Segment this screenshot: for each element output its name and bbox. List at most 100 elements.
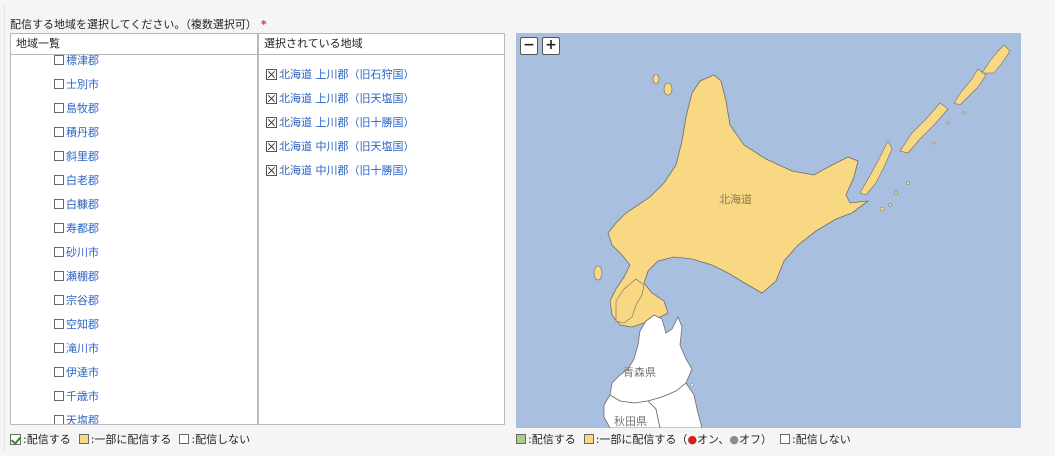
region-item[interactable]: 滝川市	[11, 336, 257, 360]
selected-label: 北海道 中川郡（旧天塩国）	[279, 140, 415, 153]
small-island	[962, 111, 966, 115]
region-label: 士別市	[66, 78, 99, 91]
checkbox-empty-icon[interactable]	[54, 367, 64, 377]
required-mark: *	[260, 18, 267, 31]
region-label: 砂川市	[66, 246, 99, 259]
zoom-out-button[interactable]: −	[520, 37, 538, 55]
partial-swatch-icon	[78, 434, 89, 444]
kuril-island-4[interactable]	[981, 44, 1011, 74]
checkbox-empty-icon[interactable]	[54, 247, 64, 257]
region-item[interactable]: 瀬棚郡	[11, 264, 257, 288]
checkbox-empty-icon[interactable]	[54, 343, 64, 353]
region-label: 寿都郡	[66, 222, 99, 235]
selected-label: 北海道 上川郡（旧十勝国）	[279, 116, 415, 129]
okushiri-island[interactable]	[593, 265, 603, 281]
legend-pin-on-label: オン、	[697, 433, 730, 446]
pin-on-icon: ●	[687, 432, 698, 446]
region-label: 標津郡	[66, 55, 99, 67]
region-item[interactable]: 天塩郡	[11, 408, 257, 424]
kuril-island-2[interactable]	[899, 102, 949, 154]
instruction-text: 配信する地域を選択してください。（複数選択可） *	[10, 16, 267, 32]
small-island	[690, 383, 694, 387]
region-item[interactable]: 伊達市	[11, 360, 257, 384]
map-canvas[interactable]	[516, 33, 1021, 428]
region-item[interactable]: 斜里郡	[11, 144, 257, 168]
region-item[interactable]: 砂川市	[11, 240, 257, 264]
region-map[interactable]: − + 北海道 青森県 秋田県	[516, 33, 1021, 428]
region-item[interactable]: 白糠郡	[11, 192, 257, 216]
checkbox-empty-icon[interactable]	[54, 415, 64, 424]
checkbox-empty-icon[interactable]	[54, 55, 64, 65]
region-item[interactable]: 積丹郡	[11, 120, 257, 144]
checkbox-empty-icon[interactable]	[54, 175, 64, 185]
checkbox-empty-icon[interactable]	[54, 391, 64, 401]
selected-list-panel: 選択されている地域 北海道 上川郡（旧石狩国） 北海道 上川郡（旧天塩国） 北海…	[258, 33, 505, 425]
small-island	[932, 141, 936, 145]
region-list-header: 地域一覧	[11, 34, 257, 55]
remove-checkbox-icon[interactable]	[266, 68, 277, 80]
selected-list-header: 選択されている地域	[259, 34, 504, 55]
region-item[interactable]: 島牧郡	[11, 96, 257, 120]
region-label: 千歳市	[66, 390, 99, 403]
region-list: 標津郡 士別市 島牧郡 積丹郡 斜里郡 白老郡 白糠郡 寿都郡 砂川市 瀬棚郡 …	[11, 55, 257, 424]
selected-item[interactable]: 北海道 上川郡（旧石狩国）	[266, 62, 415, 86]
selected-list: 北海道 上川郡（旧石狩国） 北海道 上川郡（旧天塩国） 北海道 上川郡（旧十勝国…	[266, 62, 415, 182]
region-label: 天塩郡	[66, 414, 99, 424]
selected-item[interactable]: 北海道 中川郡（旧天塩国）	[266, 134, 415, 158]
checkbox-empty-icon[interactable]	[54, 319, 64, 329]
map-label-aomori: 青森県	[623, 366, 656, 379]
legend-partial-label: :一部に配信する（	[595, 433, 688, 446]
region-item[interactable]: 士別市	[11, 72, 257, 96]
small-island	[888, 203, 892, 207]
region-label: 伊達市	[66, 366, 99, 379]
small-island	[946, 121, 950, 125]
region-list-scroll[interactable]: 標津郡 士別市 島牧郡 積丹郡 斜里郡 白老郡 白糠郡 寿都郡 砂川市 瀬棚郡 …	[11, 55, 257, 424]
partial-swatch-icon	[583, 434, 594, 444]
checkbox-empty-icon[interactable]	[54, 127, 64, 137]
region-item[interactable]: 千歳市	[11, 384, 257, 408]
remove-checkbox-icon[interactable]	[266, 92, 277, 104]
region-label: 斜里郡	[66, 150, 99, 163]
selected-label: 北海道 上川郡（旧天塩国）	[279, 92, 415, 105]
legend-full-label: :配信する	[528, 433, 576, 446]
kuril-island-3[interactable]	[953, 68, 987, 106]
kuril-island-1[interactable]	[859, 140, 893, 196]
checkbox-empty-icon[interactable]	[54, 271, 64, 281]
zoom-in-button[interactable]: +	[542, 37, 560, 55]
legend-partial-label: :一部に配信する	[90, 433, 172, 446]
checkbox-empty-icon[interactable]	[54, 295, 64, 305]
rebun-island[interactable]	[652, 73, 660, 85]
region-item[interactable]: 白老郡	[11, 168, 257, 192]
map-label-akita: 秋田県	[614, 415, 647, 428]
checkbox-empty-icon[interactable]	[54, 151, 64, 161]
full-swatch-icon	[516, 434, 526, 444]
small-island	[879, 206, 885, 212]
selected-item[interactable]: 北海道 中川郡（旧十勝国）	[266, 158, 415, 182]
region-label: 積丹郡	[66, 126, 99, 139]
region-item[interactable]: 宗谷郡	[11, 288, 257, 312]
checkbox-empty-icon[interactable]	[54, 103, 64, 113]
checkbox-empty-icon[interactable]	[54, 79, 64, 89]
remove-checkbox-icon[interactable]	[266, 140, 277, 152]
remove-checkbox-icon[interactable]	[266, 164, 277, 176]
region-item[interactable]: 標津郡	[11, 55, 257, 72]
empty-checkbox-icon	[179, 434, 190, 444]
checked-checkbox-icon	[10, 433, 21, 445]
checkbox-empty-icon[interactable]	[54, 199, 64, 209]
remove-checkbox-icon[interactable]	[266, 116, 277, 128]
region-item[interactable]: 空知郡	[11, 312, 257, 336]
checkbox-empty-icon[interactable]	[54, 223, 64, 233]
empty-swatch-icon	[780, 434, 790, 444]
legend-none-label: :配信しない	[191, 433, 251, 446]
region-item[interactable]: 寿都郡	[11, 216, 257, 240]
rishiri-island[interactable]	[663, 82, 673, 96]
selected-label: 北海道 中川郡（旧十勝国）	[279, 164, 415, 177]
selected-item[interactable]: 北海道 上川郡（旧天塩国）	[266, 86, 415, 110]
region-label: 白糠郡	[66, 198, 99, 211]
map-legend: :配信する :一部に配信する（ ● オン、 ● オフ） :配信しない	[516, 431, 851, 447]
region-list-panel: 地域一覧 標津郡 士別市 島牧郡 積丹郡 斜里郡 白老郡 白糠郡 寿都郡 砂川市…	[10, 33, 258, 425]
legend-none-label: :配信しない	[792, 433, 851, 446]
pin-off-icon: ●	[729, 432, 739, 446]
selected-item[interactable]: 北海道 上川郡（旧十勝国）	[266, 110, 415, 134]
selected-label: 北海道 上川郡（旧石狩国）	[279, 68, 415, 81]
